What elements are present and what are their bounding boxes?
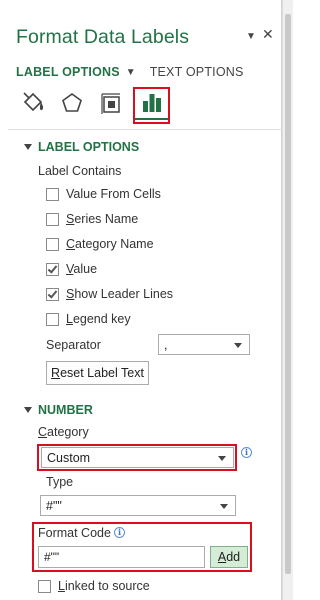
info-icon[interactable]: i: [114, 527, 125, 538]
checkbox-series-name[interactable]: Series Name: [46, 210, 138, 228]
checkbox[interactable]: [46, 187, 59, 201]
chevron-down-icon: [218, 456, 226, 461]
checkbox-category-name[interactable]: Category Name: [46, 235, 154, 253]
divider: [8, 129, 282, 130]
label-options-icon[interactable]: [135, 86, 169, 120]
separator-dropdown[interactable]: ,: [158, 334, 250, 355]
size-properties-icon[interactable]: [94, 86, 128, 120]
tab-label-options[interactable]: LABEL OPTIONS: [16, 65, 120, 79]
label-contains-label: Label Contains: [38, 164, 122, 178]
info-icon[interactable]: i: [241, 447, 252, 458]
fill-line-icon[interactable]: [16, 86, 50, 120]
category-label: Category: [38, 425, 89, 439]
collapse-triangle-icon: [24, 407, 32, 413]
checkbox[interactable]: [38, 579, 51, 593]
format-code-label: Format Code: [38, 526, 111, 540]
type-dropdown[interactable]: #"": [40, 495, 236, 516]
effects-icon[interactable]: [55, 86, 89, 120]
checkbox[interactable]: [46, 237, 59, 251]
pane-title: Format Data Labels: [16, 26, 190, 48]
tab-text-options[interactable]: TEXT OPTIONS: [150, 65, 244, 79]
vertical-scrollbar[interactable]: [282, 0, 293, 600]
separator-label: Separator: [46, 338, 101, 352]
checkbox-checked[interactable]: [46, 262, 59, 276]
pane-options-dropdown-icon[interactable]: ▼: [246, 30, 256, 44]
format-code-input[interactable]: #"": [38, 546, 205, 568]
scrollbar-thumb[interactable]: [285, 14, 291, 574]
close-icon[interactable]: ✕: [262, 27, 274, 41]
reset-label-text-button[interactable]: Reset Label Text: [46, 361, 149, 385]
add-format-code-button[interactable]: Add: [210, 546, 248, 568]
format-data-labels-pane: Format Data Labels ▼ ✕ LABEL OPTIONS ▼ T…: [0, 0, 282, 600]
category-dropdown[interactable]: Custom: [41, 447, 234, 468]
checkbox[interactable]: [46, 212, 59, 226]
checkbox-value[interactable]: Value: [46, 260, 97, 278]
type-label: Type: [46, 475, 74, 489]
checkbox-checked[interactable]: [46, 287, 59, 301]
chevron-down-icon[interactable]: ▼: [126, 67, 136, 78]
chevron-down-icon: [220, 504, 228, 509]
checkbox[interactable]: [46, 312, 59, 326]
checkbox-legend-key[interactable]: Legend key: [46, 310, 131, 328]
checkbox-linked-to-source[interactable]: Linked to source: [38, 577, 150, 595]
label-options-section-header[interactable]: LABEL OPTIONS: [24, 140, 139, 154]
checkbox-show-leader-lines[interactable]: Show Leader Lines: [46, 285, 173, 303]
chevron-down-icon: [234, 343, 242, 348]
collapse-triangle-icon: [24, 144, 32, 150]
number-section-header[interactable]: NUMBER: [24, 403, 93, 417]
options-tab-row: LABEL OPTIONS ▼ TEXT OPTIONS: [16, 63, 244, 81]
checkbox-value-from-cells[interactable]: Value From Cells: [46, 185, 161, 203]
